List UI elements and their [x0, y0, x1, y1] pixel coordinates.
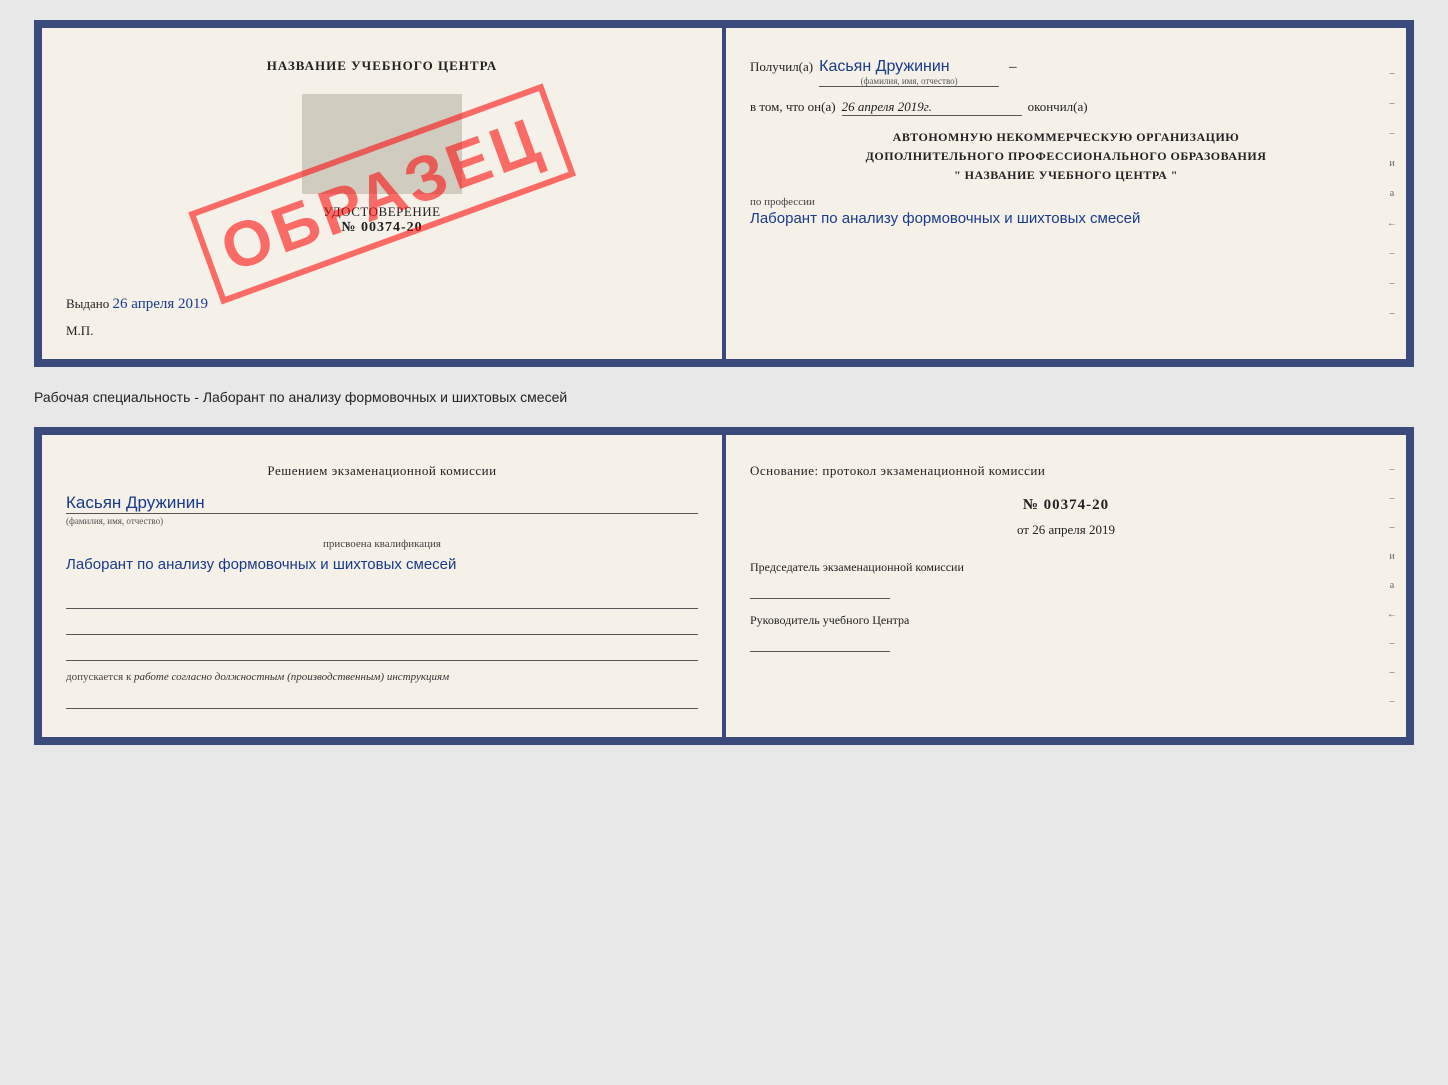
separator-label: Рабочая специальность - Лаборант по анал…	[34, 385, 1414, 409]
finished-label: окончил(а)	[1028, 99, 1088, 115]
cert-id-placeholder	[302, 94, 462, 194]
dopusk-label: допускается к	[66, 671, 131, 683]
bottom-document: Решением экзаменационной комиссии Касьян…	[34, 427, 1414, 745]
bottom-person-name: Касьян Дружинин	[66, 493, 205, 513]
date-label: в том, что он(а)	[750, 99, 836, 115]
protocol-number: № 00374-20	[750, 497, 1382, 514]
signature-lines	[66, 591, 698, 661]
right-marks-bottom: – – – и а ← – – –	[1378, 435, 1406, 737]
qual-text: Лаборант по анализу формовочных и шихтов…	[66, 554, 698, 577]
chairman-block: Председатель экзаменационной комиссии	[750, 558, 1382, 599]
dopusk-description: работе согласно должностным (производств…	[134, 671, 449, 683]
cert-issued: Выдано 26 апреля 2019	[66, 296, 698, 313]
org-lines: АВТОНОМНУЮ НЕКОММЕРЧЕСКУЮ ОРГАНИЗАЦИЮ ДО…	[750, 128, 1382, 186]
issued-date: 26 апреля 2019	[113, 296, 209, 312]
bottom-section-title: Решением экзаменационной комиссии	[66, 463, 698, 479]
issued-label: Выдано	[66, 296, 109, 311]
received-name-block: Касьян Дружинин (фамилия, имя, отчество)	[819, 58, 999, 87]
top-document: НАЗВАНИЕ УЧЕБНОГО ЦЕНТРА УДОСТОВЕРЕНИЕ №…	[34, 20, 1414, 367]
received-label: Получил(а)	[750, 59, 813, 75]
org-line2: ДОПОЛНИТЕЛЬНОГО ПРОФЕССИОНАЛЬНОГО ОБРАЗО…	[750, 147, 1382, 166]
profession-label: по профессии	[750, 196, 1382, 208]
cert-title: НАЗВАНИЕ УЧЕБНОГО ЦЕНТРА	[66, 58, 698, 74]
head-block: Руководитель учебного Центра	[750, 611, 1382, 652]
date-value: 26 апреля 2019г.	[842, 99, 932, 114]
date-value-block: 26 апреля 2019г.	[842, 99, 1022, 116]
org-line1: АВТОНОМНУЮ НЕКОММЕРЧЕСКУЮ ОРГАНИЗАЦИЮ	[750, 128, 1382, 147]
sig-line-2	[66, 617, 698, 635]
sig-line-3	[66, 643, 698, 661]
cert-number: № 00374-20	[66, 220, 698, 236]
osnov-title: Основание: протокол экзаменационной коми…	[750, 463, 1382, 479]
head-sig-line	[750, 634, 890, 652]
head-label: Руководитель учебного Центра	[750, 611, 1382, 630]
bottom-name-line: Касьян Дружинин	[66, 493, 698, 514]
cert-mp: М.П.	[66, 323, 698, 339]
protocol-date-value: 26 апреля 2019	[1032, 522, 1115, 537]
sig-line-1	[66, 591, 698, 609]
profession-text: Лаборант по анализу формовочных и шихтов…	[750, 208, 1382, 231]
received-row: Получил(а) Касьян Дружинин (фамилия, имя…	[750, 58, 1382, 89]
top-doc-left: НАЗВАНИЕ УЧЕБНОГО ЦЕНТРА УДОСТОВЕРЕНИЕ №…	[42, 28, 722, 359]
bottom-name-subtext: (фамилия, имя, отчество)	[66, 516, 698, 526]
protocol-date: от 26 апреля 2019	[750, 522, 1382, 538]
dash-after-name: –	[1009, 59, 1017, 76]
qual-label: присвоена квалификация	[66, 538, 698, 550]
chairman-label: Председатель экзаменационной комиссии	[750, 558, 1382, 577]
right-marks-top: – – – и а ← – – –	[1378, 28, 1406, 359]
date-row: в том, что он(а) 26 апреля 2019г. окончи…	[750, 99, 1382, 118]
date-prefix: от	[1017, 522, 1029, 537]
chairman-sig-line	[750, 581, 890, 599]
top-doc-right: Получил(а) Касьян Дружинин (фамилия, имя…	[726, 28, 1406, 359]
bottom-doc-right: Основание: протокол экзаменационной коми…	[726, 435, 1406, 737]
dopusk-text: допускается к работе согласно должностны…	[66, 671, 698, 683]
received-name: Касьян Дружинин	[819, 58, 949, 75]
bottom-doc-left: Решением экзаменационной комиссии Касьян…	[42, 435, 722, 737]
sig-line-4	[66, 691, 698, 709]
org-line3: " НАЗВАНИЕ УЧЕБНОГО ЦЕНТРА "	[750, 166, 1382, 185]
name-subtext-top: (фамилия, имя, отчество)	[819, 76, 999, 86]
cert-doc-label: УДОСТОВЕРЕНИЕ	[66, 204, 698, 220]
